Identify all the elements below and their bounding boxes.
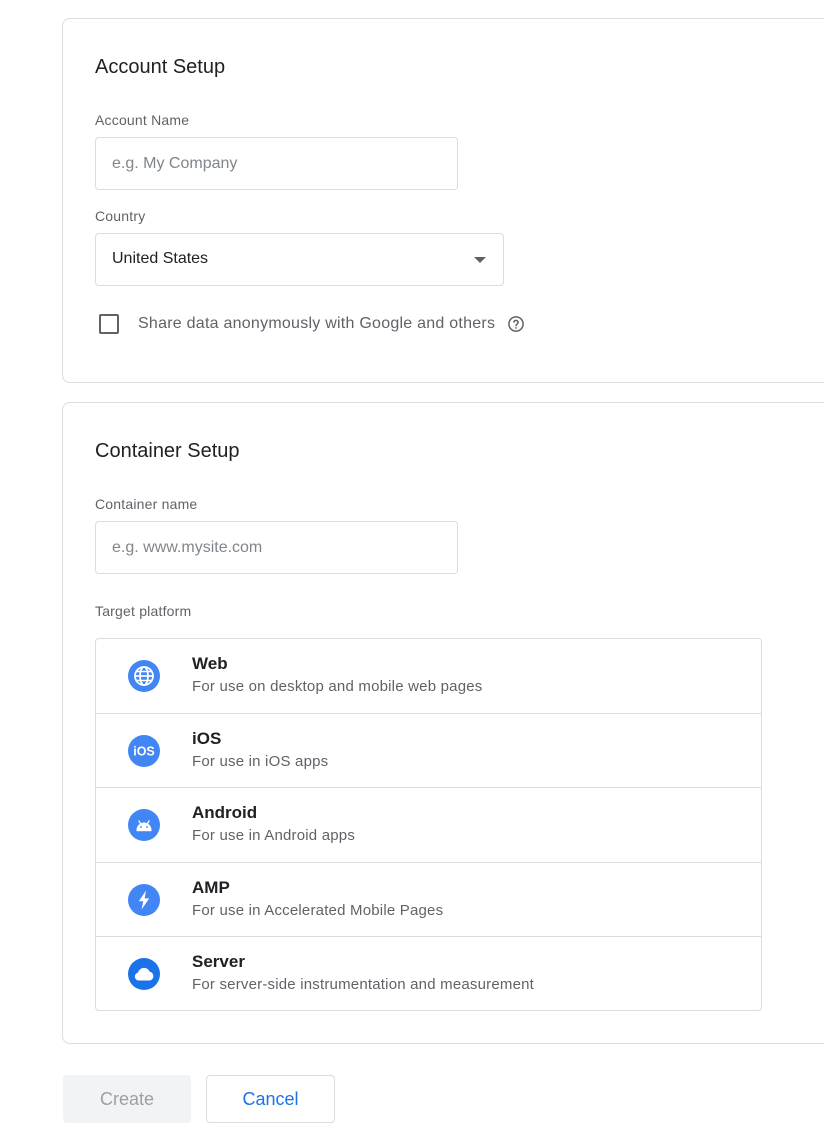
platform-description: For use on desktop and mobile web pages (192, 678, 483, 695)
platform-name: AMP (192, 877, 230, 897)
share-data-row: Share data anonymously with Google and o… (99, 311, 525, 337)
cloud-icon (128, 958, 160, 991)
android-icon (128, 809, 160, 842)
create-button[interactable]: Create (63, 1075, 191, 1123)
account-setup-card: Account Setup Account Name Country Unite… (62, 18, 824, 383)
svg-text:iOS: iOS (133, 744, 155, 758)
share-data-label: Share data anonymously with Google and o… (138, 315, 496, 332)
platform-name: iOS (192, 728, 222, 748)
platform-option-server[interactable]: Server For server-side instrumentation a… (96, 937, 761, 1010)
platform-name: Web (192, 654, 228, 673)
container-setup-title: Container Setup (95, 440, 240, 462)
account-name-input[interactable] (95, 137, 458, 190)
country-select[interactable]: United States (95, 233, 504, 286)
account-name-label: Account Name (95, 112, 190, 128)
container-name-label: Container name (95, 496, 198, 512)
help-circle-icon[interactable] (507, 315, 525, 333)
platform-option-android[interactable]: Android For use in Android apps (96, 788, 761, 863)
platform-option-ios[interactable]: iOS iOS For use in iOS apps (96, 714, 761, 789)
ios-icon: iOS (128, 734, 160, 767)
cancel-button[interactable]: Cancel (206, 1075, 335, 1123)
lightning-icon (128, 883, 160, 916)
globe-icon (128, 660, 160, 692)
platform-option-amp[interactable]: AMP For use in Accelerated Mobile Pages (96, 863, 761, 938)
target-platform-label: Target platform (95, 603, 192, 619)
country-label: Country (95, 208, 146, 224)
platform-description: For server-side instrumentation and meas… (192, 976, 535, 994)
container-setup-card: Container Setup Container name Target pl… (62, 402, 824, 1044)
share-data-checkbox[interactable] (99, 314, 119, 334)
target-platform-list: Web For use on desktop and mobile web pa… (95, 638, 762, 1011)
container-name-input[interactable] (95, 521, 458, 574)
account-setup-title: Account Setup (95, 56, 226, 78)
dropdown-arrow-icon (474, 257, 486, 263)
platform-description: For use in iOS apps (192, 752, 329, 770)
platform-description: For use in Android apps (192, 827, 356, 845)
platform-description: For use in Accelerated Mobile Pages (192, 901, 444, 919)
country-select-value: United States (112, 250, 209, 267)
platform-name: Server (192, 952, 245, 972)
platform-name: Android (192, 803, 258, 823)
platform-option-web[interactable]: Web For use on desktop and mobile web pa… (96, 639, 761, 714)
